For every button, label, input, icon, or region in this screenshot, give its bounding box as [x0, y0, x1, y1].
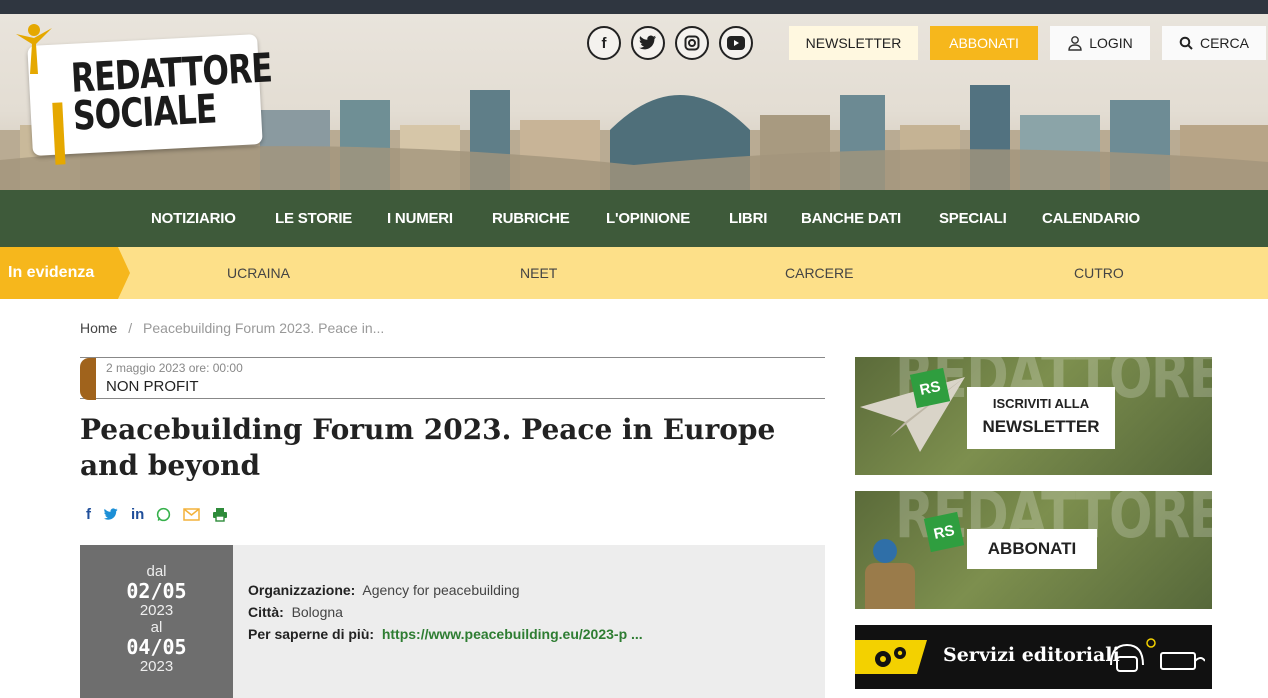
evidenza-item-neet[interactable]: NEET: [520, 247, 557, 299]
nav-item-libri[interactable]: LIBRI: [729, 190, 767, 247]
category-color-bar: [80, 358, 96, 400]
event-organization: Organizzazione: Agency for peacebuilding: [248, 579, 643, 601]
linkedin-share-icon[interactable]: in: [131, 506, 144, 523]
evidenza-item-ucraina[interactable]: UCRAINA: [227, 247, 290, 299]
event-date-panel: dal 02/05 2023 al 04/05 2023: [80, 545, 233, 698]
event-more-info: Per saperne di più: https://www.peacebui…: [248, 623, 643, 645]
page: REDATTORE SOCIALE f NEWSLETTER ABBONATI …: [0, 14, 1268, 698]
print-icon[interactable]: [212, 507, 228, 522]
breadcrumb-home[interactable]: Home: [80, 320, 117, 336]
newsletter-promo-box: ISCRIVITI ALLA NEWSLETTER: [967, 387, 1115, 449]
site-logo[interactable]: REDATTORE SOCIALE: [27, 34, 273, 165]
event-end-year: 2023: [139, 658, 174, 675]
event-al-label: al: [150, 619, 163, 636]
youtube-icon[interactable]: [719, 26, 753, 60]
article-meta: 2 maggio 2023 ore: 00:00 NON PROFIT: [80, 357, 825, 400]
header-banner: REDATTORE SOCIALE f NEWSLETTER ABBONATI …: [0, 14, 1268, 190]
nav-item-notiziario[interactable]: NOTIZIARIO: [151, 190, 236, 247]
search-icon: [1179, 36, 1193, 50]
logo-figure-icon: [16, 24, 52, 74]
logo-line-2: SOCIALE: [71, 86, 218, 140]
rs-badge: RS: [923, 511, 965, 553]
event-dal-label: dal: [146, 563, 167, 580]
nav-item-i-numeri[interactable]: I NUMERI: [387, 190, 453, 247]
nav-item-speciali[interactable]: SPECIALI: [939, 190, 1007, 247]
event-city: Città: Bologna: [248, 601, 643, 623]
city-label: Città:: [248, 604, 284, 620]
newsletter-button[interactable]: NEWSLETTER: [789, 26, 918, 60]
twitter-icon[interactable]: [631, 26, 665, 60]
search-label: CERCA: [1199, 35, 1249, 51]
article-category[interactable]: NON PROFIT: [106, 378, 199, 395]
org-value: Agency for peacebuilding: [362, 582, 520, 598]
article-date: 2 maggio 2023 ore: 00:00: [106, 361, 243, 375]
nav-item-banche-dati[interactable]: BANCHE DATI: [801, 190, 901, 247]
nav-item-le-storie[interactable]: LE STORIE: [275, 190, 352, 247]
main-nav: NOTIZIARIO LE STORIE I NUMERI RUBRICHE L…: [0, 190, 1268, 247]
rs-badge: RS: [909, 367, 951, 409]
social-icons: f: [587, 26, 753, 60]
breadcrumb-separator: /: [128, 320, 133, 336]
article-title: Peacebuilding Forum 2023. Peace in Europ…: [80, 413, 776, 482]
whatsapp-share-icon[interactable]: [156, 507, 171, 522]
event-info-box: dal 02/05 2023 al 04/05 2023 Organizzazi…: [80, 545, 825, 698]
evidenza-item-carcere[interactable]: CARCERE: [785, 247, 853, 299]
nav-item-calendario[interactable]: CALENDARIO: [1042, 190, 1140, 247]
headset-keyboard-icon: [1110, 638, 1205, 672]
evidenza-bar: In evidenza UCRAINA NEET CARCERE CUTRO: [0, 247, 1268, 299]
evidenza-item-cutro[interactable]: CUTRO: [1074, 247, 1124, 299]
abbonati-promo-banner[interactable]: REDATTORE RS ABBONATI: [855, 491, 1212, 609]
gears-icon: [855, 640, 927, 674]
more-info-link[interactable]: https://www.peacebuilding.eu/2023-p ...: [382, 626, 643, 642]
breadcrumb-current: Peacebuilding Forum 2023. Peace in...: [143, 320, 385, 336]
twitter-share-icon[interactable]: [103, 508, 119, 521]
servizi-editoriali-banner[interactable]: Servizi editoriali: [855, 625, 1212, 689]
facebook-icon[interactable]: f: [587, 26, 621, 60]
evidenza-label: In evidenza: [0, 247, 130, 299]
email-share-icon[interactable]: [183, 508, 201, 521]
newsletter-promo-banner[interactable]: REDATTORE RS ISCRIVITI ALLA NEWSLETTER: [855, 357, 1212, 475]
login-label: LOGIN: [1089, 35, 1133, 51]
login-button[interactable]: LOGIN: [1050, 26, 1150, 60]
logo-accent-bar: [52, 102, 66, 165]
event-start-day: 02/05: [126, 579, 187, 603]
nav-item-opinione[interactable]: L'OPINIONE: [606, 190, 690, 247]
newsletter-promo-line1: ISCRIVITI ALLA: [992, 396, 1090, 411]
breadcrumb: Home / Peacebuilding Forum 2023. Peace i…: [80, 320, 384, 336]
reader-figure-icon: [865, 539, 915, 609]
logo-text: REDATTORE SOCIALE: [70, 45, 275, 139]
event-start-year: 2023: [139, 602, 174, 619]
event-details: Organizzazione: Agency for peacebuilding…: [248, 579, 643, 645]
share-bar: f in: [86, 506, 228, 523]
servizi-editoriali-label: Servizi editoriali: [943, 644, 1120, 666]
abbonati-promo-box: ABBONATI: [967, 529, 1097, 569]
nav-item-rubriche[interactable]: RUBRICHE: [492, 190, 570, 247]
search-button[interactable]: CERCA: [1162, 26, 1266, 60]
org-label: Organizzazione:: [248, 582, 356, 598]
event-end-day: 04/05: [126, 635, 187, 659]
city-value: Bologna: [291, 604, 343, 620]
user-icon: [1068, 36, 1082, 51]
abbonati-button[interactable]: ABBONATI: [930, 26, 1038, 60]
newsletter-promo-line2: NEWSLETTER: [982, 417, 1100, 436]
facebook-share-icon[interactable]: f: [86, 506, 91, 523]
instagram-icon[interactable]: [675, 26, 709, 60]
more-info-label: Per saperne di più:: [248, 626, 375, 642]
